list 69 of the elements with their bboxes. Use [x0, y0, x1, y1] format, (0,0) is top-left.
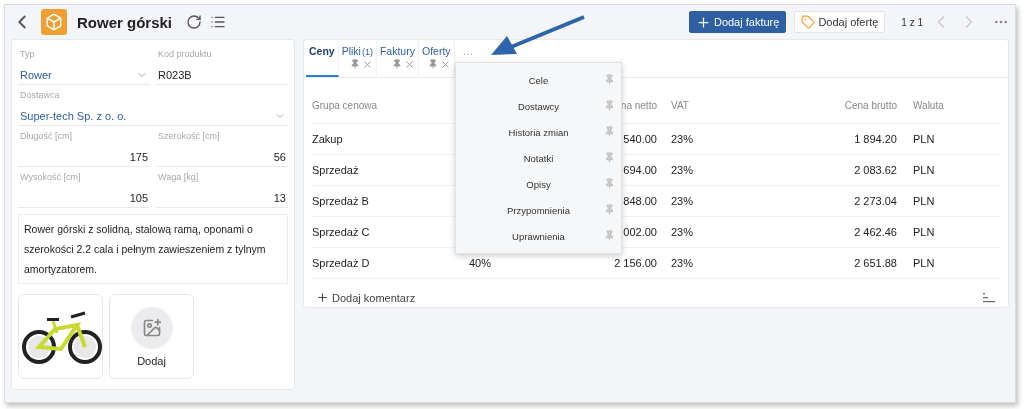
description-text: Rower górski z solidną, stalową ramą, oponami o szerokości 2.2 cala i pełnym zawieszeniem z tylnym amortyzatorem. — [18, 214, 288, 284]
tab[interactable]: Faktury — [376, 40, 419, 77]
table-cell: PLN — [913, 164, 935, 176]
field-label: Dostawca — [20, 90, 61, 100]
page-title: Rower górski — [77, 13, 173, 31]
table-cell: 1 894.20 — [854, 133, 897, 145]
field-value: 175 — [129, 151, 148, 163]
table-cell: 23% — [671, 195, 694, 207]
form-field[interactable]: Typ Rower — [18, 44, 150, 85]
table-cell: 23% — [671, 257, 694, 269]
menu-item[interactable]: Dostawcy — [456, 100, 621, 112]
table-cell: Sprzedaż C — [312, 226, 370, 238]
tab[interactable]: Pliki(1) — [338, 40, 377, 77]
table-cell: 40% — [469, 257, 492, 269]
table-cell: PLN — [913, 257, 935, 269]
add-comment-button[interactable]: Dodaj komentarz — [316, 291, 416, 304]
form-field[interactable]: Wysokość [cm] 105 — [18, 167, 150, 208]
field-label: Typ — [20, 49, 36, 59]
menu-item[interactable]: Przypomnienia — [456, 204, 621, 216]
menu-item[interactable]: Cele — [456, 74, 621, 86]
field-value: Rower — [20, 69, 52, 81]
field-value: R023B — [158, 69, 192, 81]
table-cell: Zakup — [312, 133, 343, 145]
field-label: Szerokość [cm] — [158, 131, 221, 141]
form-field[interactable]: Dostawca Super-tech Sp. z o. o. — [18, 85, 288, 126]
field-value: 105 — [129, 192, 148, 204]
table-cell: Sprzedaż — [312, 164, 359, 176]
column-header: Waluta — [913, 100, 944, 111]
field-value: Super-tech Sp. z o. o. — [20, 110, 127, 122]
table-cell: 23% — [671, 164, 694, 176]
table-cell: Sprzedaż B — [312, 195, 369, 207]
tab[interactable]: Oferty — [418, 40, 455, 77]
field-value: 13 — [273, 192, 286, 204]
menu-item[interactable]: Uprawnienia — [456, 230, 621, 242]
table-cell: 540.00 — [623, 133, 657, 145]
field-label: Wysokość [cm] — [20, 172, 82, 182]
add-image-button[interactable]: Dodaj — [109, 294, 194, 379]
table-cell: 2 083.62 — [854, 164, 897, 176]
field-label: Waga [kg] — [158, 172, 200, 182]
tab[interactable]: Ceny — [306, 40, 339, 77]
pager-text: 1 z 1 — [901, 16, 923, 28]
table-cell: 694.00 — [623, 164, 657, 176]
table-cell: PLN — [913, 195, 935, 207]
form-field[interactable]: Szerokość [cm] 56 — [156, 126, 288, 167]
table-cell: 2 462.46 — [854, 226, 897, 238]
table-cell: 2 651.88 — [854, 257, 897, 269]
add-invoice-button[interactable]: Dodaj fakturę — [688, 11, 787, 33]
menu-item[interactable]: Historia zmian — [456, 126, 621, 138]
table-cell: 23% — [671, 226, 694, 238]
menu-item[interactable]: Notatki — [456, 152, 621, 164]
table-cell: 2 273.04 — [854, 195, 897, 207]
table-cell: 23% — [671, 133, 694, 145]
column-header: Grupa cenowa — [312, 100, 378, 111]
table-cell: PLN — [913, 133, 935, 145]
field-label: Długość [cm] — [20, 131, 73, 141]
column-header: VAT — [671, 100, 689, 111]
column-header: Cena brutto — [844, 100, 897, 111]
table-cell: 002.00 — [623, 226, 657, 238]
form-field[interactable]: Długość [cm] 175 — [18, 126, 150, 167]
field-value: 56 — [273, 151, 286, 163]
add-offer-button[interactable]: Dodaj ofertę — [794, 11, 886, 33]
table-cell: 848.00 — [623, 195, 657, 207]
table-cell: PLN — [913, 226, 935, 238]
table-cell: 2 156.00 — [614, 257, 657, 269]
form-field[interactable]: Waga [kg] 13 — [156, 167, 288, 208]
field-label: Kod produktu — [158, 49, 213, 59]
table-cell: Sprzedaż D — [312, 257, 370, 269]
menu-item[interactable]: Opisy — [456, 178, 621, 190]
form-field[interactable]: Kod produktu R023B — [156, 44, 288, 85]
